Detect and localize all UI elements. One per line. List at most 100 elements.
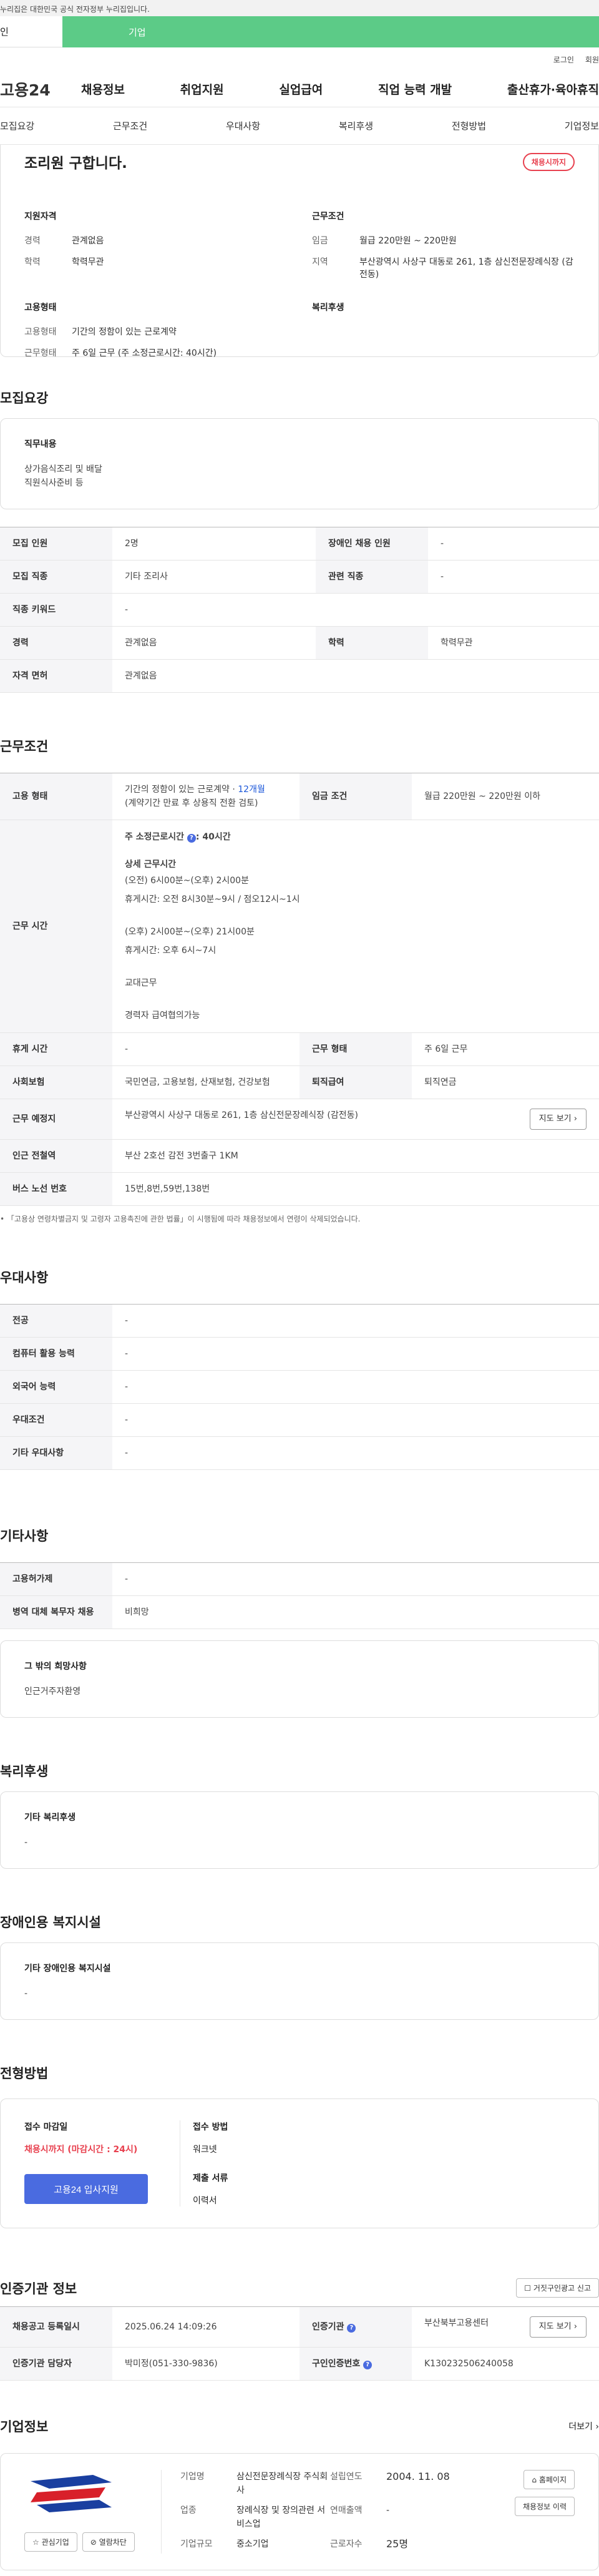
disabled-value: - [24,1989,28,1999]
cert-map-button[interactable]: 지도 보기 › [529,2316,587,2338]
table-row: 근무 예정지 부산광역시 사상구 대동로 261, 1층 삼신전문장례식장 (감… [0,1099,599,1140]
gnb-item-parental-leave[interactable]: 출산휴가·육아휴직 [507,81,599,97]
map-view-button[interactable]: 지도 보기 › [529,1109,587,1130]
tab-work-conditions[interactable]: 근무조건 [113,119,147,132]
site-logo[interactable]: 고용24 [0,78,75,100]
block-view-label: 열람차단 [99,2538,127,2547]
gnb-item-training[interactable]: 직업 능력 개발 [378,81,452,97]
deadline-value: 채용시까지 (마감시간 : 24시) [24,2145,138,2155]
conditions-heading: 근무조건 [312,212,344,222]
hours-line: 경력자 급여협의가능 [125,1011,200,1021]
block-view-button[interactable]: ⊘ 열람차단 [82,2532,135,2552]
welfare-block: 복리후생 [312,301,575,368]
gnb-item-employment-support[interactable]: 취업지원 [180,81,224,97]
block-icon: ⊘ [90,2538,97,2547]
table-header-cell: 근무 시간 [0,820,112,1033]
summary-grid: 지원자격 경력 관계없음 학력 학력무관 근무조건 임금 월급 220만원 ~ 220… [24,210,575,368]
section-tabs: 모집요강 근무조건 우대사항 복리후생 전형방법 기업정보 [0,107,599,145]
company-header: 기업정보 더보기 › [0,2417,599,2436]
hours-line [125,957,587,971]
cert-agency-label: 인증기관 [312,2322,344,2332]
company-field-key: 연매출액 [330,2505,363,2515]
cert-title: 인증기관 정보 [0,2281,77,2296]
company-info-grid: 기업명 삼신전문장례식장 주식회사 설립연도 2004. 11. 08 업종 장… [162,2470,515,2554]
table-cell: 관계없음 [112,659,599,693]
login-link[interactable]: 로그인 [553,54,574,65]
recruit-section-title: 모집요강 [0,391,49,406]
tab-preferences[interactable]: 우대사항 [226,119,260,132]
table-header-cell: 인증기관 담당자 [0,2347,112,2381]
job-history-button[interactable]: 채용정보 이력 [514,2497,575,2516]
gov-notice-text: 누리집은 대한민국 공식 전자정부 누리집입니다. [0,5,150,14]
company-more-link[interactable]: 더보기 › [568,2420,599,2432]
table-header-cell: 자격 면허 [0,659,112,693]
hours-line: (오후) 2시00분~(오후) 21시00분 [125,927,255,937]
wish-heading: 그 밖의 희망사항 [24,1662,87,1672]
summary-key: 학력 [24,257,41,267]
company-field-key: 업종 [180,2505,197,2515]
chevron-right-icon: › [573,2322,577,2331]
weekly-hours: 주 소정근로시간 ?: 40시간 [125,830,587,844]
deadline-badge: 채용시까지 [522,152,575,171]
method-heading: 접수 방법 [193,2122,228,2132]
method-column: 접수 방법 워크넷 제출 서류 이력서 [180,2120,228,2206]
company-field-key: 기업규모 [180,2539,213,2549]
report-icon: ☐ [524,2284,532,2293]
favorite-company-button[interactable]: ☆ 관심기업 [24,2532,77,2552]
tab-business[interactable]: 기업 [62,16,599,47]
table-row: 모집 인원 2명 장애인 채용 인원 - [0,527,599,561]
job-summary-card: 조리원 구합니다. 채용시까지 지원자격 경력 관계없음 학력 학력무관 근무조건 … [0,145,599,358]
employment-type-heading: 고용형태 [24,303,57,313]
company-field-key: 기업명 [180,2472,205,2482]
home-icon: ⌂ [532,2476,537,2484]
tab-selection[interactable]: 전형방법 [452,119,486,132]
company-logo-column: ☆ 관심기업 ⊘ 열람차단 [24,2470,162,2554]
table-row: 인근 전철역 부산 2호선 감전 3번출구 1KM [0,1139,599,1173]
summary-key: 고용형태 [24,327,57,337]
tab-individual[interactable]: 인 [0,16,62,47]
signup-link[interactable]: 회원 [585,54,599,65]
table-cell: - [112,1337,599,1371]
table-cell: - [112,1436,599,1470]
report-false-ad-button[interactable]: ☐ 거짓구인광고 신고 [516,2278,599,2298]
gnb-menu: 채용정보 취업지원 실업급여 직업 능력 개발 출산휴가·육아휴직 [75,81,599,97]
duty-line: 상가음식조리 및 배달 [24,464,102,474]
table-cell: 월급 220만원 ~ 220만원 이하 [412,773,599,820]
company-title: 기업정보 [0,2419,49,2434]
summary-value: 기간의 정함이 있는 근로계약 [72,327,177,337]
table-header-cell: 휴게 시간 [0,1032,112,1066]
table-cell: 관계없음 [112,626,316,660]
table-row: 직종 키워드 - [0,593,599,627]
table-header-cell: 기타 우대사항 [0,1436,112,1470]
company-links: ⌂ 홈페이지 채용정보 이력 [514,2470,575,2554]
table-cell: - [112,1562,599,1596]
apply-section-title: 전형방법 [0,2066,49,2081]
summary-row: 고용형태 기간의 정함이 있는 근로계약 [24,326,287,338]
conditions-block: 근무조건 임금 월급 220만원 ~ 220만원 지역 부산광역시 사상구 대동로 … [312,210,575,290]
tab-recruit[interactable]: 모집요강 [0,119,34,132]
deadline-heading: 접수 마감일 [24,2122,68,2132]
user-type-tabs: 인 기업 [0,16,599,47]
gnb-item-jobs[interactable]: 채용정보 [81,81,125,97]
homepage-button[interactable]: ⌂ 홈페이지 [524,2470,575,2489]
apply-button[interactable]: 고용24 입사지원 [24,2174,148,2204]
star-icon: ☆ [32,2538,39,2547]
homepage-label: 홈페이지 [538,2476,567,2484]
tab-company[interactable]: 기업정보 [565,119,599,132]
table-header-cell: 모집 인원 [0,527,112,561]
summary-value: 학력무관 [72,257,104,267]
info-icon[interactable]: ? [363,2361,373,2369]
info-icon[interactable]: ? [187,834,196,843]
global-nav: 고용24 채용정보 취업지원 실업급여 직업 능력 개발 출산휴가·육아휴직 [0,71,599,107]
table-cell: 2명 [112,527,316,561]
hours-line [125,906,587,920]
utility-links: 로그인 회원 [0,47,599,71]
summary-value: 주 6일 근무 (주 소정근로시간: 40시간) [72,348,217,358]
benefit-value: - [24,1838,28,1848]
company-field-key: 설립연도 [330,2472,363,2482]
gnb-item-unemployment[interactable]: 실업급여 [279,81,323,97]
table-row: 컴퓨터 활용 능력 - [0,1337,599,1371]
tab-benefits[interactable]: 복리후생 [339,119,373,132]
table-cell: - [112,1304,599,1338]
info-icon[interactable]: ? [347,2324,356,2333]
